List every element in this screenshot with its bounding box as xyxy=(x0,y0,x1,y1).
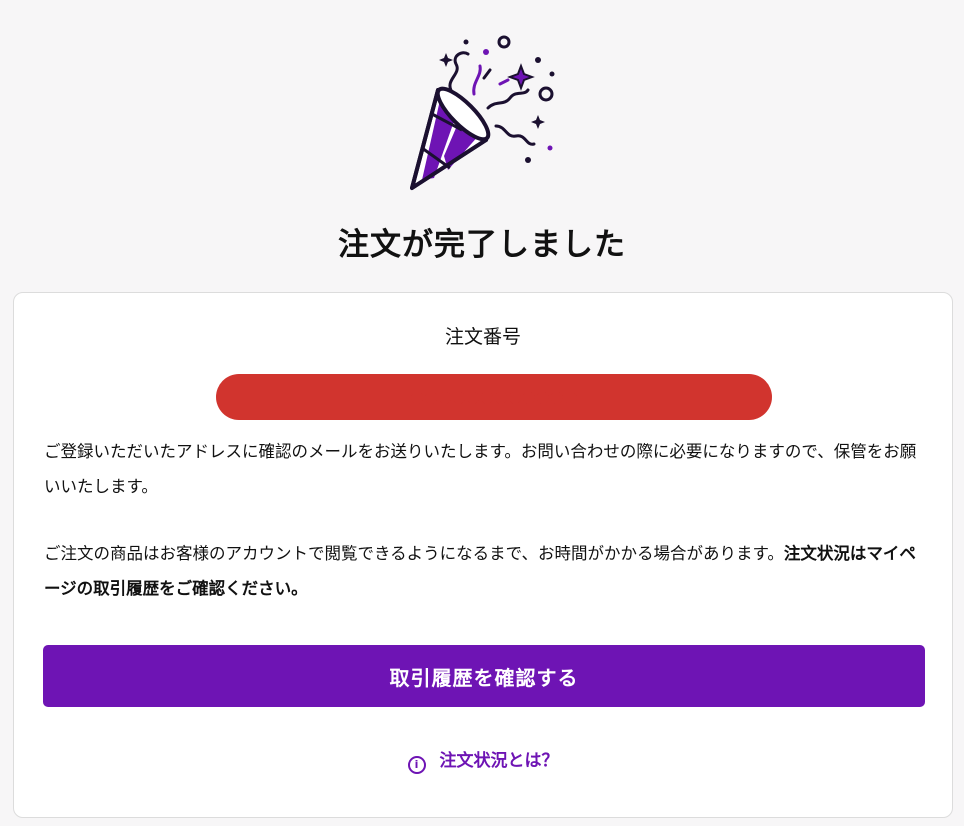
order-status-help-link[interactable]: i 注文状況とは？ xyxy=(14,748,952,774)
page-title: 注文が完了しました xyxy=(338,227,626,263)
order-number-label: 注文番号 xyxy=(444,326,521,348)
order-status-help-label: 注文状況とは？ xyxy=(439,751,559,771)
order-status-message-text: ご注文の商品はお客様のアカウントで閲覧できるようになるまで、お時間がかかる場合が… xyxy=(44,544,784,563)
party-popper-icon xyxy=(410,35,555,190)
order-number-value: ●●●●●●●●●●●● xyxy=(216,374,772,420)
view-transaction-history-button[interactable]: 取引履歴を確認する xyxy=(43,645,925,707)
order-status-message: ご注文の商品はお客様のアカウントで閲覧できるようになるまで、お時間がかかる場合が… xyxy=(44,536,924,606)
order-summary-card: 注文番号 ●●●●●●●●●●●● ご登録いただいたアドレスに確認のメールをお送… xyxy=(13,292,953,818)
info-icon: i xyxy=(407,756,426,774)
confirmation-mail-message: ご登録いただいたアドレスに確認のメールをお送りいたします。お問い合わせの際に必要… xyxy=(44,442,917,496)
